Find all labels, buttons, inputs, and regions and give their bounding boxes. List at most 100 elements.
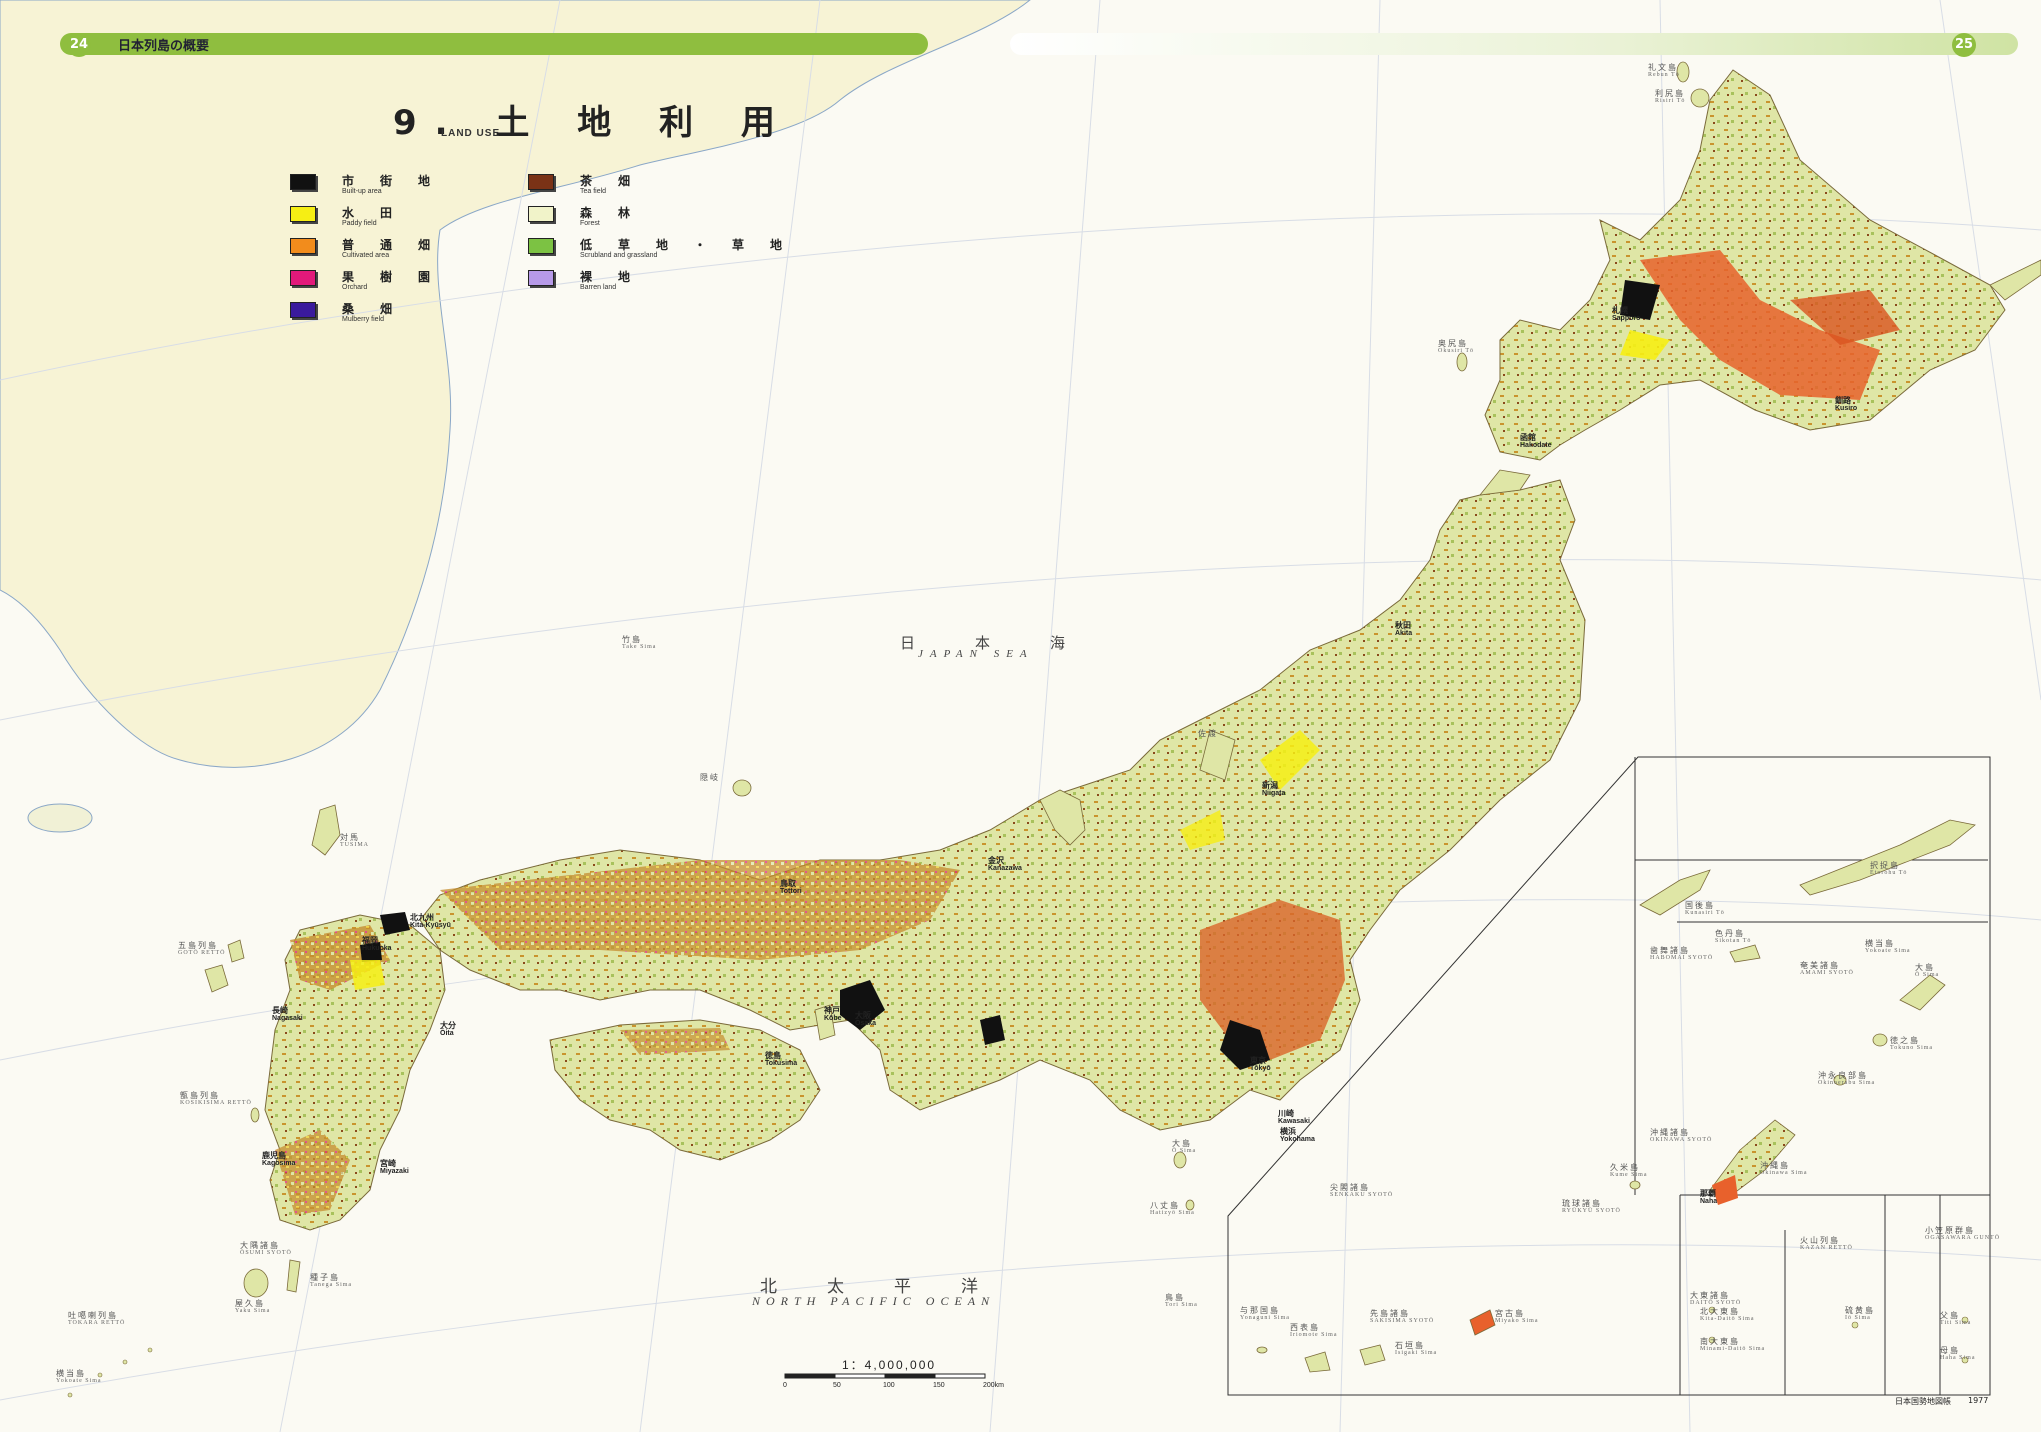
inset-label-en: Kita-Daitō Sima — [1700, 1316, 1755, 1322]
inset-label-en: Etorohu Tō — [1870, 870, 1908, 876]
map-subtitle: LAND USE — [441, 128, 501, 139]
japan-sea-label-en: JAPAN SEA — [918, 648, 1034, 660]
legend-swatch — [290, 270, 316, 286]
legend-label-jp: 果樹園 — [342, 270, 457, 284]
city-label-en: Ōsaka — [855, 1020, 877, 1027]
island-label-en: Risiri Tō — [1655, 98, 1686, 104]
footer-publisher: 日本国勢地図帳 — [1895, 1397, 1951, 1406]
island-label-en: Take Sima — [622, 644, 657, 650]
city-label-en: Ōita — [440, 1030, 454, 1037]
inset-label-en: Isigaki Sima — [1395, 1350, 1438, 1356]
legend-item: 桑畑 Mulberry field — [290, 300, 490, 334]
island-label-en: Hatizyō Sima — [1150, 1210, 1195, 1216]
island-label-en: Ō Sima — [1172, 1148, 1197, 1154]
city-label-en: Akita — [1395, 630, 1413, 637]
island-label-en: Tori Sima — [1165, 1302, 1198, 1308]
scale-tick: 0 — [783, 1382, 787, 1389]
legend-swatch — [290, 302, 316, 318]
scale-tick: 100 — [883, 1382, 895, 1389]
scale-tick: 50 — [833, 1382, 841, 1389]
legend-label-en: Built-up area — [342, 188, 382, 195]
legend-label-jp: 市街地 — [342, 174, 457, 188]
city-label-en: Tokusima — [765, 1060, 798, 1067]
city-label-en: Kagosima — [262, 1160, 296, 1167]
legend-label-jp: 低草地・草地 — [580, 238, 809, 252]
inset-label-en: Kume Sima — [1610, 1172, 1648, 1178]
inset-label-en: Haha Sima — [1940, 1355, 1976, 1361]
legend-label-jp: 茶畑 — [580, 174, 657, 188]
inset-label-en: Yonaguni Sima — [1240, 1315, 1290, 1321]
inset-label-en: RYŪKYŪ SYOTŌ — [1562, 1208, 1621, 1214]
legend-item: 森林 Forest — [528, 204, 728, 238]
inset-label-en: Tokuno Sima — [1890, 1045, 1934, 1051]
island-label-en: Rebun Tō — [1648, 72, 1680, 78]
inset-label-en: Sikotan Tō — [1715, 938, 1752, 944]
inset-label-en: AMAMI SYOTŌ — [1800, 970, 1854, 976]
legend-item: 裸地 Barren land — [528, 268, 728, 302]
inset-label-en: Titi Sima — [1940, 1320, 1972, 1326]
legend-label-jp: 桑畑 — [342, 302, 419, 316]
section-title: 日本列島の概要 — [118, 39, 210, 54]
legend-item: 水田 Paddy field — [290, 204, 490, 238]
hokkaido — [1484, 69, 2006, 461]
island-label-en: GOTŌ RETTŌ — [178, 950, 226, 956]
island-label-jp: 佐渡 — [1198, 729, 1218, 738]
scale-tick: 200km — [983, 1382, 1005, 1389]
city-label-en: Tottori — [780, 888, 802, 895]
city-label-en: Naha — [1700, 1198, 1718, 1205]
legend-swatch — [290, 238, 316, 254]
island-label-en: Tanega Sima — [310, 1282, 353, 1288]
city-label-en: Kita-Kyūsyū — [410, 922, 451, 929]
city-label-en: Niigata — [1262, 790, 1286, 797]
city-label-en: Tōkyō — [1250, 1065, 1271, 1072]
city-label-en: Miyazaki — [380, 1168, 409, 1175]
scale-ratio: 1：4,000,000 — [842, 1358, 937, 1372]
legend-label-en: Orchard — [342, 284, 368, 291]
inset-label-en: Ō Sima — [1915, 972, 1940, 978]
legend-swatch — [290, 206, 316, 222]
atlas-spread: 24 25 日本列島の概要 9. 土 地 利 用 LAND USE 市街地 Bui… — [0, 0, 2041, 1432]
legend-label-jp: 水田 — [342, 206, 419, 220]
city-label-en: Kawasaki — [1278, 1118, 1310, 1125]
city-label-en: Hukuoka — [362, 945, 392, 952]
legend-label-en: Paddy field — [342, 220, 377, 227]
inset-label-en: Yokoate Sima — [1865, 948, 1911, 954]
legend-swatch — [528, 206, 554, 222]
legend-label-en: Barren land — [580, 284, 617, 291]
legend-item: 低草地・草地 Scrubland and grassland — [528, 236, 809, 270]
island-label-en: TOKARA RETTŌ — [68, 1320, 126, 1326]
legend-item: 市街地 Built-up area — [290, 172, 490, 206]
island-label-en: ŌSUMI SYOTŌ — [240, 1250, 292, 1256]
scale-tick: 150 — [933, 1382, 945, 1389]
inset-label-en: Iriomote Sima — [1290, 1332, 1338, 1338]
page-number-right: 25 — [1952, 33, 1976, 57]
inset-label-en: SAKISIMA SYOTŌ — [1370, 1318, 1435, 1324]
island-label-en: KOSIKISIMA RETTŌ — [180, 1100, 252, 1106]
legend-swatch — [528, 238, 554, 254]
city-label-en: Nagasaki — [272, 1015, 303, 1022]
city-label-en: Kusiro — [1835, 405, 1858, 412]
island-label-jp: 隠岐 — [700, 773, 720, 782]
city-label-en: Hakodate — [1520, 442, 1552, 449]
city-label-en: Yokohama — [1280, 1136, 1315, 1143]
legend-label-en: Forest — [580, 220, 600, 227]
legend-label-en: Scrubland and grassland — [580, 252, 658, 259]
city-label-en: Kanazawa — [988, 865, 1022, 872]
legend-item: 普通畑 Cultivated area — [290, 236, 490, 270]
inset-label-en: OKINAWA SYOTŌ — [1650, 1137, 1713, 1143]
header-bar-right — [1010, 33, 2018, 55]
page-number-left: 24 — [67, 33, 91, 57]
pacific-label-en: NORTH PACIFIC OCEAN — [752, 1294, 996, 1308]
island-label-en: Okusiri Tō — [1438, 348, 1475, 354]
inset-label-en: HABOMAI SYOTŌ — [1650, 955, 1714, 961]
island-label-en: TUSIMA — [340, 842, 370, 848]
inset-label-en: Miyako Sima — [1495, 1318, 1539, 1324]
inset-label-en: KAZAN RETTŌ — [1800, 1245, 1853, 1251]
legend-label-jp: 裸地 — [580, 270, 657, 284]
legend-label-en: Cultivated area — [342, 252, 390, 259]
inset-label-en: Okinawa Sima — [1760, 1170, 1808, 1176]
city-label-en: Sapporo — [1612, 315, 1641, 322]
legend-item: 果樹園 Orchard — [290, 268, 490, 302]
legend-label-jp: 森林 — [580, 206, 657, 220]
legend-swatch — [528, 270, 554, 286]
